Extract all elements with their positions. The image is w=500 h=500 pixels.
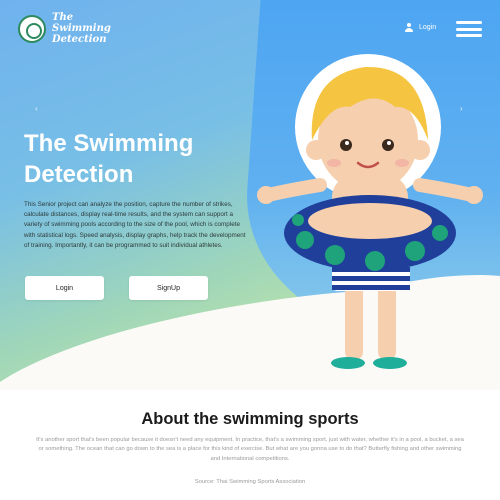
user-icon bbox=[405, 23, 413, 32]
brand-line-1: The bbox=[52, 12, 74, 23]
hamburger-menu-icon[interactable] bbox=[456, 21, 482, 37]
about-text: It's another sport that's been popular b… bbox=[36, 437, 464, 462]
header-login-label: Login bbox=[419, 24, 437, 31]
logo-icon bbox=[18, 14, 46, 43]
brand-name: The Swimming Detection bbox=[52, 12, 111, 45]
about-source: Source: Thai Swimming Sports Association bbox=[194, 479, 306, 485]
about-title: About the swimming sports bbox=[141, 410, 359, 428]
chevron-right-icon[interactable]: › bbox=[460, 104, 463, 113]
brand[interactable]: The Swimming Detection bbox=[18, 12, 111, 45]
left-ear bbox=[306, 140, 326, 160]
right-sandal bbox=[373, 357, 407, 369]
login-button[interactable]: Login bbox=[25, 276, 104, 300]
left-eye bbox=[340, 139, 352, 151]
hero-title-line-1: The Swimming bbox=[24, 130, 194, 157]
hero-description: This Senior project can analyze the posi… bbox=[24, 201, 246, 249]
header-login-link[interactable]: Login bbox=[405, 23, 436, 32]
hero-title: The Swimming Detection bbox=[24, 128, 264, 190]
hero-section: The Swimming Detection Login ‹ › The Swi… bbox=[0, 0, 500, 390]
right-eye bbox=[382, 139, 394, 151]
right-arm bbox=[413, 178, 479, 202]
hero-title-line-2: Detection bbox=[24, 161, 134, 188]
left-sandal bbox=[331, 357, 365, 369]
brand-line-2: Swimming bbox=[52, 23, 111, 34]
chevron-left-icon[interactable]: ‹ bbox=[35, 104, 38, 113]
right-hand bbox=[465, 186, 483, 204]
brand-line-3: Detection bbox=[52, 34, 107, 45]
signup-button[interactable]: SignUp bbox=[129, 276, 208, 300]
left-arm bbox=[261, 178, 327, 202]
right-ear bbox=[410, 140, 430, 160]
swimmer-boy-illustration bbox=[257, 54, 483, 369]
